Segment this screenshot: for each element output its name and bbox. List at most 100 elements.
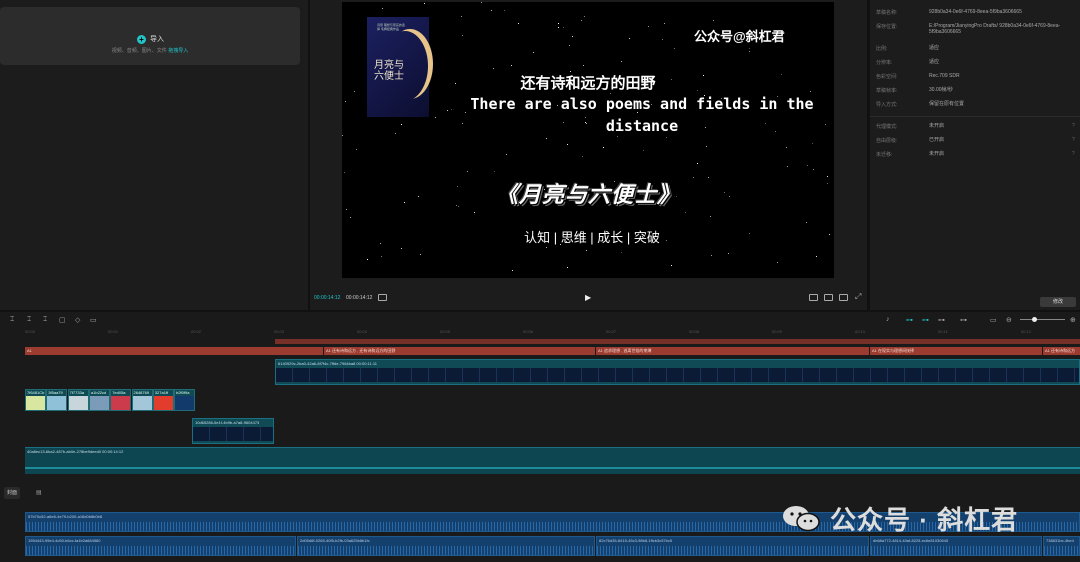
star [571,36,573,38]
image-clip[interactable]: 7ed05a [110,389,132,411]
star [381,255,383,257]
property-key: 草稿名称: [876,10,898,16]
timecode-icon[interactable] [378,294,387,301]
zoom-out-icon[interactable]: ⊖ [1006,316,1012,324]
property-key: 保存位置: [876,24,898,30]
background-clip[interactable]: 40a8ec13-6ba2-487b-ab0e-278be9deed0 00:0… [25,447,1080,474]
star [602,146,604,148]
star [813,168,815,170]
audio-clip[interactable]: db68a772-4814-40af-8225-ec6e81030645 [870,536,1042,556]
zoom-slider[interactable] [1020,317,1065,322]
audio-clip[interactable]: 738831bc-4be4 [1043,536,1080,556]
waveform [1044,546,1079,555]
property-key: 草稿帧率: [876,88,898,94]
audio-clip[interactable]: 2d05d6f-0265-40f5-b2fb-03a625b8b1fc [297,536,595,556]
main-video-clip[interactable]: 6140929c-2ba0-42a6-8f7f4c-7ffde-7964ba8 … [275,359,1080,385]
star [401,123,403,125]
mark-icon[interactable]: ◇ [75,316,80,324]
import-label: 导入 [150,36,164,43]
property-key: 自由层级: [876,138,898,144]
preview-quality-icon[interactable] [809,294,818,301]
mic-icon[interactable]: ♪ [886,316,890,323]
import-hint-link[interactable]: 拖拽导入 [168,48,188,54]
zoom-slider-handle[interactable] [1032,317,1037,322]
import-card[interactable]: + 导入 视频、音频、图片、文件 拖拽导入 [0,7,300,65]
zoom-in-icon[interactable]: ⊕ [1070,316,1076,324]
book-name-title: 《月亮与六便士》 [495,182,680,207]
audio-clip-label: 2d05d6f-0265-40f5-b2fb-03a625b8b1fc [300,538,370,543]
star [511,65,513,67]
play-button[interactable]: ▶ [585,293,591,302]
track-lock-icon[interactable]: ▤ [36,489,42,496]
star [727,252,729,254]
bg-clip-label: 40a8ec13-6ba2-487b-ab0e-278be9deed0 00:0… [27,449,124,454]
clip-thumbnails [276,368,1079,382]
image-clip[interactable]: 7f6481Cb [25,389,46,411]
image-clip-label: a1b22cd [90,390,107,395]
property-key: 未迁移: [876,152,893,158]
star [621,252,623,254]
help-icon[interactable]: ? [1072,151,1075,157]
star [558,26,560,28]
image-clip[interactable]: 2648769 [131,389,153,411]
delete-icon[interactable]: ▢ [59,316,66,324]
star [621,61,622,63]
star [696,163,698,165]
timeline-ruler[interactable]: 00:00 00:01 00:02 00:03 00:04 00:05 00:06 00:07… [25,329,1080,337]
split-icon[interactable]: ⌶ [27,316,31,324]
waveform [597,546,868,555]
bg-clip-stripe [25,467,1080,469]
sub-clip-label: 10d65286-6e1f-4b9b-a7a8-9604473 [195,420,260,425]
image-clip[interactable]: a1b22cd [88,389,110,411]
star [581,19,583,21]
text-clip[interactable]: A1 追求理想 , 逃离世俗的束缚 [596,347,869,355]
star [382,7,384,9]
text-clip[interactable]: A1 [25,347,323,355]
import-button[interactable]: + 导入 [137,34,164,44]
subtitle-icon[interactable]: ▭ [90,316,97,324]
preview-axis-icon[interactable]: ⊶ [960,316,967,324]
text-clip[interactable]: A1 在现实与理想间抉择 [870,347,1042,355]
select-tool-icon[interactable]: ⌶ [10,316,14,324]
split-left-icon[interactable]: ⌶ [43,316,47,324]
import-hint: 视频、音频、图片、文件 拖拽导入 [0,47,300,54]
property-value: 未开启 [929,123,945,129]
image-clip[interactable]: 327a1ff [152,389,174,411]
star [343,171,345,173]
star [568,44,570,46]
sub-video-clip[interactable]: 10d65286-6e1f-4b9b-a7a8-9604473 [192,418,274,444]
help-icon[interactable]: ? [1072,123,1075,129]
property-value: E:/Program/JianyingPro Drafts/ 928b0a34-… [929,23,1061,35]
image-clip[interactable]: b2f0f9a [174,389,196,411]
cover-button[interactable]: 封面 [4,487,20,499]
snap-icon[interactable]: ⊶ [938,316,945,324]
star [709,216,711,218]
link-audio-icon[interactable]: ⊶ [922,316,929,324]
fullscreen-icon[interactable]: ⤢ [855,292,861,302]
link-main-icon[interactable]: ⊶ [906,316,913,324]
property-value: 适应 [929,45,940,51]
help-icon[interactable]: ? [1072,137,1075,143]
ratio-icon[interactable] [839,294,848,301]
tags-line: 认知 | 思维 | 成长 | 突破 [524,230,660,245]
image-clip[interactable]: 3f5aa79 [46,389,68,411]
subtitle-cn: 还有诗和远方的田野 [520,75,656,92]
crop-icon[interactable] [824,294,833,301]
ruler-tick: 00:06 [523,329,534,334]
star [420,254,422,256]
image-clip-label: 327a1ff [154,390,169,395]
audio-clip[interactable]: 82c76d35-8415-45c3-98b8-1ffcb3c57bc5 [596,536,869,556]
star [345,100,347,102]
audio-clip-label: 82c76d35-8415-45c3-98b8-1ffcb3c57bc5 [599,538,673,543]
text-clip[interactable]: A1 还有诗和远方 , 还有诗和远方的田野 [324,347,595,355]
text-clip[interactable]: A1 还有诗和远方 [1043,347,1080,355]
image-clip[interactable]: 7f7733a [67,389,89,411]
video-preview[interactable]: 诗意 理想与现实的选择 毛姆经典作品 月亮与六便士 公众号@斜杠君 还有诗和远方… [342,2,834,278]
screen-icon[interactable]: ▭ [990,316,997,324]
star [493,68,495,70]
star [812,142,814,144]
audio-clip[interactable]: 1954443-99e4-4c50-b6cc-fa1b2a684580 [25,536,296,556]
star [661,39,663,41]
modify-button[interactable]: 修改 [1040,297,1076,307]
star [493,170,495,172]
